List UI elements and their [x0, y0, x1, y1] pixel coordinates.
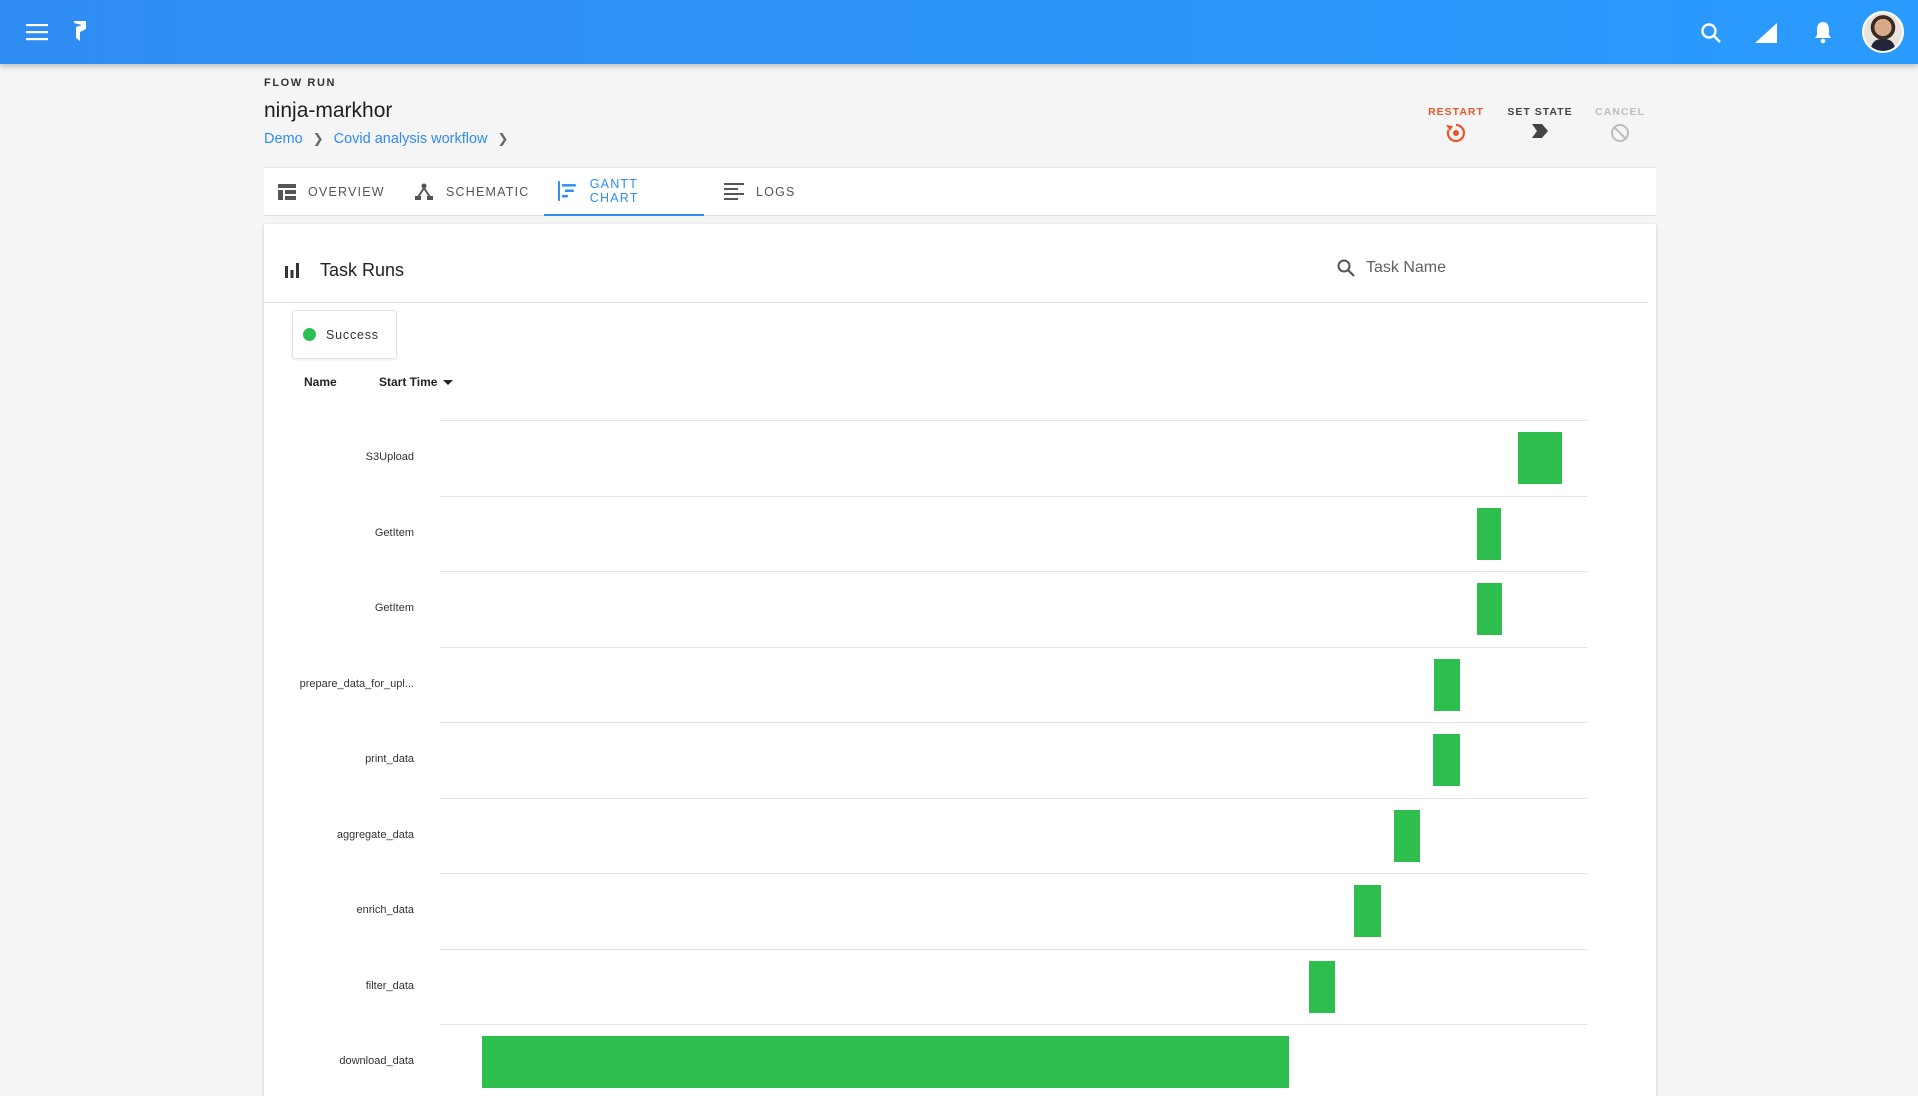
task-run-bar[interactable]	[1309, 960, 1335, 1013]
tab-schematic[interactable]: SCHEMATIC	[400, 168, 544, 216]
task-run-bar[interactable]	[1476, 507, 1501, 560]
tab-schematic-label: SCHEMATIC	[446, 185, 530, 199]
task-name-label: enrich_data	[356, 904, 415, 916]
chevron-right-icon: ❯	[497, 131, 509, 146]
tab-logs-label: LOGS	[756, 185, 796, 199]
task-run-bar[interactable]	[1394, 809, 1420, 862]
block-icon	[1611, 124, 1629, 142]
task-run-bar[interactable]	[1354, 885, 1381, 937]
gantt-row-divider	[440, 797, 1587, 799]
restart-icon	[1446, 123, 1465, 143]
schematic-icon	[415, 183, 433, 200]
task-name-label: prepare_data_for_upl...	[299, 677, 414, 690]
tab-gantt-chart[interactable]: GANTT CHART	[544, 168, 704, 216]
task-run-bar[interactable]	[1518, 432, 1562, 484]
gantt-row-divider	[440, 722, 1587, 723]
task-name-label: download_data	[339, 1055, 414, 1067]
breadcrumb-flow[interactable]: Covid analysis workflow	[334, 131, 488, 147]
user-avatar[interactable]	[1862, 11, 1904, 53]
cancel-label: CANCEL	[1595, 106, 1645, 118]
task-name-label: aggregate_data	[336, 828, 414, 841]
gantt-row-divider	[440, 420, 1587, 421]
task-name-label: S3Upload	[365, 451, 414, 463]
menu-icon[interactable]	[22, 18, 54, 46]
set-state-label: SET STATE	[1507, 106, 1573, 118]
tab-overview-label: OVERVIEW	[308, 185, 385, 199]
notifications-bell-icon[interactable]	[1808, 17, 1838, 47]
restart-label: RESTART	[1428, 106, 1484, 118]
gantt-row-divider	[440, 646, 1587, 648]
gantt-row-divider	[440, 873, 1587, 874]
task-run-bar[interactable]	[482, 1036, 1289, 1088]
tab-gantt-label: GANTT CHART	[589, 177, 639, 205]
breadcrumb-project[interactable]: Demo	[264, 131, 303, 147]
restart-button[interactable]: RESTART	[1428, 106, 1484, 144]
tab-logs[interactable]: LOGS	[710, 168, 810, 216]
gantt-icon	[558, 181, 576, 201]
task-run-bar[interactable]	[1476, 583, 1503, 635]
flow-run-eyebrow: FLOW RUN	[264, 77, 337, 89]
cancel-button[interactable]: CANCEL	[1592, 106, 1648, 144]
prefect-logo-icon[interactable]	[70, 16, 92, 46]
gantt-row-divider	[440, 1024, 1587, 1025]
set-state-button[interactable]: SET STATE	[1506, 106, 1574, 140]
gantt-row-divider	[440, 495, 1587, 497]
signal-icon[interactable]	[1751, 18, 1781, 48]
dashboard-icon	[278, 184, 296, 200]
breadcrumb: Demo ❯ Covid analysis workflow ❯	[264, 131, 518, 147]
app-bar	[0, 0, 1918, 64]
tab-bar: OVERVIEW SCHEMATIC GANTT CHART LOGS	[264, 167, 1656, 216]
search-icon[interactable]	[1696, 18, 1726, 48]
task-runs-card: Task Runs Success Name Start Time S3Uplo…	[264, 224, 1656, 1096]
gantt-row-divider	[440, 948, 1587, 950]
logs-icon	[724, 183, 744, 200]
gantt-row-divider	[440, 571, 1587, 572]
label-arrow-icon	[1532, 124, 1548, 138]
task-name-label: print_data	[365, 753, 414, 765]
task-name-label: GetItem	[374, 602, 414, 614]
task-run-bar[interactable]	[1433, 734, 1460, 786]
task-name-label: GetItem	[374, 526, 414, 539]
gantt-chart: S3Upload GetItem GetItem prepare_data_for_u…	[264, 224, 1656, 1096]
tab-overview[interactable]: OVERVIEW	[264, 168, 399, 216]
chevron-right-icon: ❯	[312, 131, 324, 146]
task-run-bar[interactable]	[1434, 658, 1460, 711]
page-title: ninja-markhor	[264, 99, 393, 122]
task-name-label: filter_data	[365, 979, 414, 992]
